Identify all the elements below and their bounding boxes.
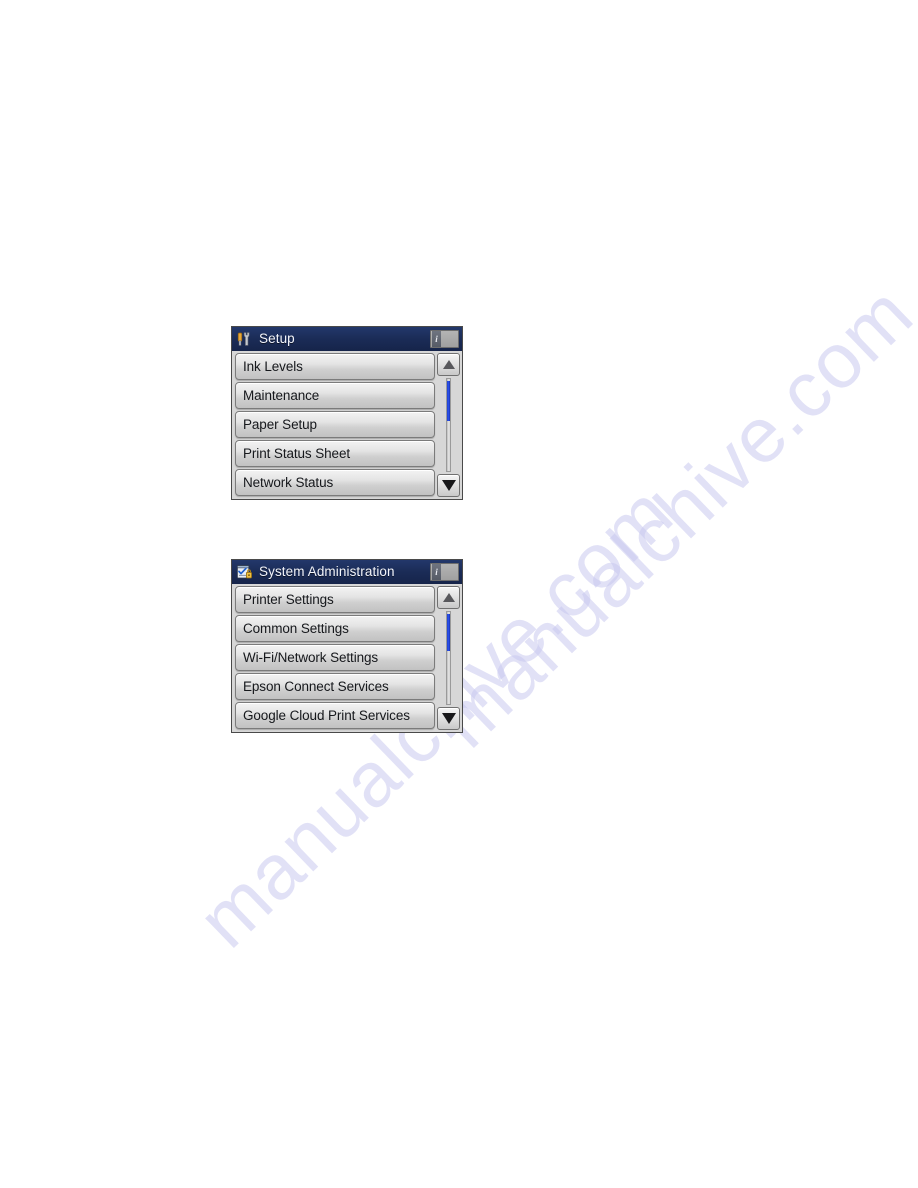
sysadmin-titlebar: System Administration i [232,560,462,584]
setup-titlebar: Setup i [232,327,462,351]
scroll-down-arrow-icon [441,480,456,491]
scroll-up-button[interactable] [437,353,460,376]
tools-icon [237,332,250,346]
sysadmin-menu-list: Printer Settings Common Settings Wi-Fi/N… [235,586,435,730]
scroll-up-arrow-icon [442,360,455,369]
sysadmin-title-text: System Administration [259,564,395,580]
setup-info-button[interactable]: i [430,330,459,348]
scrollbar-thumb[interactable] [447,380,450,422]
menu-item-common-settings[interactable]: Common Settings [235,615,435,642]
info-icon: i [432,331,441,347]
setup-body: Ink Levels Maintenance Paper Setup Print… [232,351,462,499]
menu-item-paper-setup[interactable]: Paper Setup [235,411,435,438]
sysadmin-info-button[interactable]: i [430,563,459,581]
setup-menu-list: Ink Levels Maintenance Paper Setup Print… [235,353,435,497]
sysadmin-body: Printer Settings Common Settings Wi-Fi/N… [232,584,462,732]
setup-screen-panel: Setup i Ink Levels Maintenance Paper Set… [231,326,463,500]
setup-title-text: Setup [259,331,295,347]
menu-item-google-cloud-print-services[interactable]: Google Cloud Print Services [235,702,435,729]
scrollbar-thumb[interactable] [447,613,450,651]
system-administration-screen-panel: System Administration i Printer Settings… [231,559,463,733]
scrollbar-track[interactable] [446,611,451,705]
menu-item-ink-levels[interactable]: Ink Levels [235,353,435,380]
info-icon: i [432,564,441,580]
scroll-down-arrow-icon [441,713,456,724]
menu-item-network-status[interactable]: Network Status [235,469,435,496]
scrollbar-track[interactable] [446,378,451,472]
scroll-up-arrow-icon [442,593,455,602]
scroll-up-button[interactable] [437,586,460,609]
settings-lock-icon [236,565,252,579]
menu-item-maintenance[interactable]: Maintenance [235,382,435,409]
watermark-text: manualchive.com [420,268,918,765]
menu-item-print-status-sheet[interactable]: Print Status Sheet [235,440,435,467]
menu-item-wifi-network-settings[interactable]: Wi-Fi/Network Settings [235,644,435,671]
sysadmin-scrollbar[interactable] [437,586,460,730]
menu-item-epson-connect-services[interactable]: Epson Connect Services [235,673,435,700]
setup-scrollbar[interactable] [437,353,460,497]
menu-item-printer-settings[interactable]: Printer Settings [235,586,435,613]
scroll-down-button[interactable] [437,707,460,730]
scroll-down-button[interactable] [437,474,460,497]
